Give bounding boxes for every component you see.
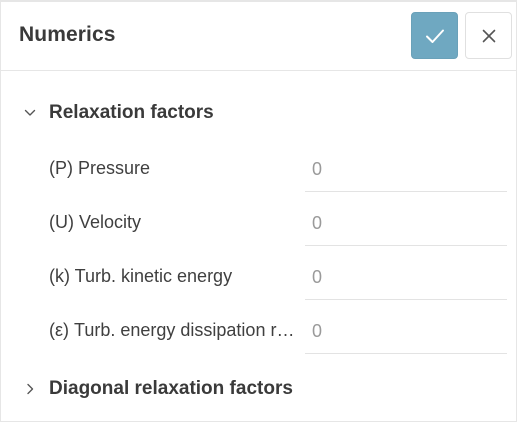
field-label: (U) Velocity [49,212,142,232]
numerics-dialog: Numerics Relaxation factors (P) Pressure… [0,0,517,422]
check-icon [425,29,444,43]
confirm-button[interactable] [411,12,458,59]
chevron-right-icon [27,383,34,395]
field-row-velocity: (U) Velocity [1,198,518,252]
section-label: Relaxation factors [49,102,214,123]
velocity-input[interactable] [305,202,507,246]
close-button[interactable] [465,12,512,59]
field-label: (P) Pressure [49,158,151,178]
chevron-down-icon [24,109,36,116]
close-icon [482,29,495,42]
pressure-input[interactable] [305,148,507,192]
field-label: (k) Turb. kinetic energy [49,266,233,286]
field-row-pressure: (P) Pressure [1,144,518,198]
field-row-turb-energy-dissipation: (ε) Turb. energy dissipation rate [1,306,518,360]
section-diagonal-relaxation-factors[interactable]: Diagonal relaxation factors [1,368,518,408]
field-row-turb-kinetic-energy: (k) Turb. kinetic energy [1,252,518,306]
section-label: Diagonal relaxation factors [49,378,293,399]
turb-kinetic-energy-input[interactable] [305,256,507,300]
turb-energy-dissipation-input[interactable] [305,310,507,354]
section-relaxation-factors[interactable]: Relaxation factors [1,92,518,132]
dialog-header: Numerics [1,2,516,71]
dialog-title: Numerics [19,23,116,46]
field-label: (ε) Turb. energy dissipation rate [49,320,297,340]
